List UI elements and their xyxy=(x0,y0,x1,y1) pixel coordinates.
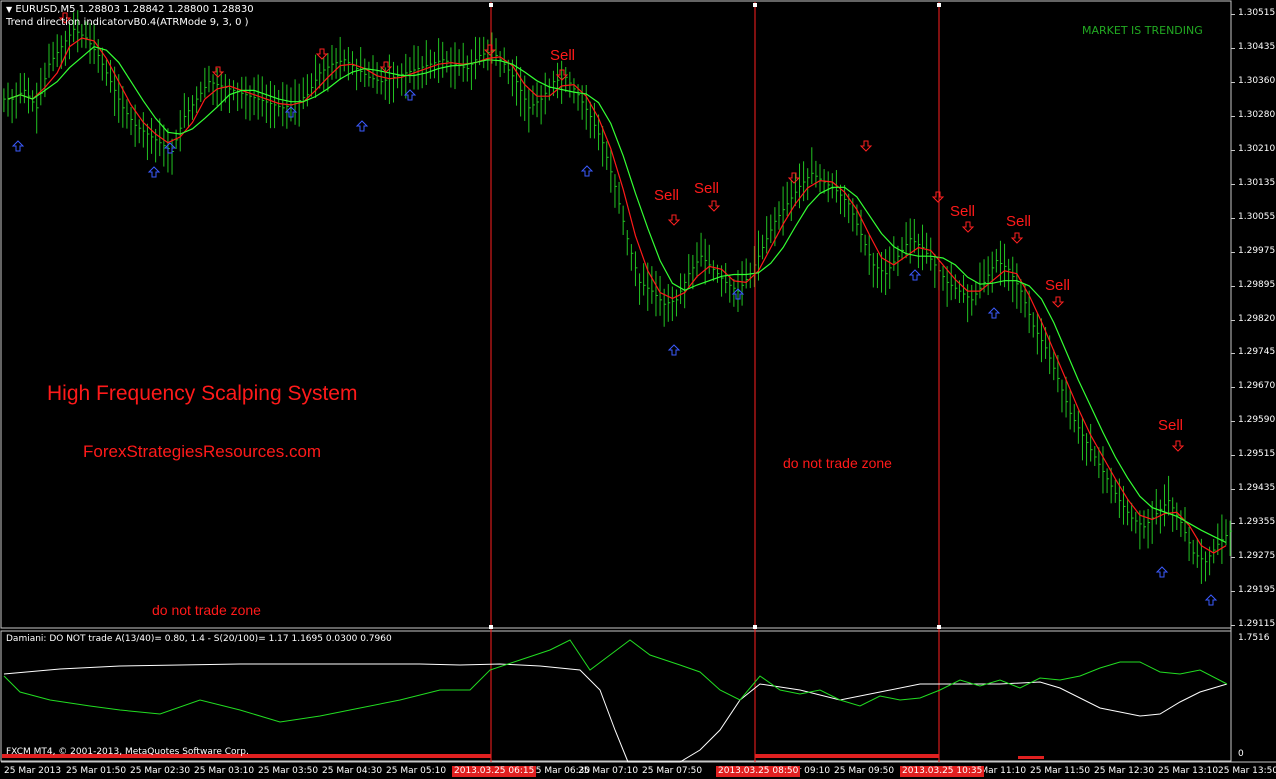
sell-label: Sell xyxy=(1045,277,1071,294)
sell-label: Sell xyxy=(1006,213,1032,230)
no-trade-zone-label: do not trade zone xyxy=(783,455,892,471)
time-tick-label: 25 Mar 07:50 xyxy=(642,766,703,776)
website-label: ForexStrategiesResources.com xyxy=(83,442,322,461)
price-tick xyxy=(1231,115,1235,117)
time-tick-label: 25 Mar 02:30 xyxy=(130,766,191,776)
price-tick xyxy=(1231,319,1235,321)
price-tick xyxy=(1231,47,1235,49)
no-trade-zone-label: do not trade zone xyxy=(152,602,261,618)
chart-symbol-header: ▼ EURUSD,M5 1.28803 1.28842 1.28800 1.28… xyxy=(6,4,254,15)
indicator-max-label: 1.7516 xyxy=(1238,633,1270,643)
time-tick-label: 25 Mar 09:50 xyxy=(834,766,895,776)
time-tick-label: 25 Mar 07:10 xyxy=(578,766,639,776)
sell-label: Sell xyxy=(950,203,976,220)
time-tick-label: 25 Mar 13:50 xyxy=(1218,766,1276,776)
trend-indicator-label: Trend direction indicatorvB0.4(ATRMode 9… xyxy=(6,17,249,28)
price-tick-label: 1.29195 xyxy=(1238,585,1276,596)
time-tick-label: 25 Mar 12:30 xyxy=(1094,766,1155,776)
price-tick xyxy=(1231,387,1235,389)
price-tick xyxy=(1231,489,1235,491)
time-tick-label: 25 Mar 13:10 xyxy=(1158,766,1219,776)
price-tick-label: 1.30515 xyxy=(1238,8,1276,18)
indicator-zero-label: 0 xyxy=(1238,749,1244,759)
price-tick xyxy=(1231,421,1235,423)
price-tick-label: 1.29745 xyxy=(1238,347,1276,358)
time-cursor-label: 2013.03.25 06:15 xyxy=(452,766,537,777)
price-tick-label: 1.29670 xyxy=(1238,381,1276,392)
time-tick-label: 25 Mar 03:10 xyxy=(194,766,255,776)
time-cursor-label: 2013.03.25 10:35 xyxy=(900,766,985,777)
time-tick-label: 25 Mar 01:50 xyxy=(66,766,127,776)
time-tick-label: 25 Mar 04:30 xyxy=(322,766,383,776)
price-tick-label: 1.30055 xyxy=(1238,211,1276,222)
price-tick xyxy=(1231,557,1235,559)
price-tick-label: 1.29820 xyxy=(1238,313,1276,324)
price-tick xyxy=(1231,353,1235,355)
price-tick xyxy=(1231,183,1235,185)
price-tick-label: 1.29975 xyxy=(1238,245,1276,256)
price-tick xyxy=(1231,523,1235,525)
dropdown-triangle-icon[interactable]: ▼ xyxy=(6,5,12,14)
price-tick xyxy=(1231,14,1235,15)
price-tick-label: 1.29275 xyxy=(1238,551,1276,562)
price-tick-label: 1.29515 xyxy=(1238,449,1276,460)
sell-label: Sell xyxy=(654,187,680,204)
sell-label: Sell xyxy=(1158,417,1184,434)
price-tick xyxy=(1231,251,1235,253)
symbol-quote-line: EURUSD,M5 1.28803 1.28842 1.28800 1.2883… xyxy=(15,4,254,15)
price-tick xyxy=(1231,285,1235,287)
sell-label: Sell xyxy=(694,180,720,197)
price-tick xyxy=(1231,591,1235,593)
price-tick-label: 1.29355 xyxy=(1238,517,1276,528)
copyright-label: FXCM MT4, © 2001-2013, MetaQuotes Softwa… xyxy=(6,747,249,757)
price-tick xyxy=(1231,625,1235,626)
price-tick xyxy=(1231,217,1235,219)
price-tick-label: 1.29895 xyxy=(1238,279,1276,290)
price-tick-label: 1.30210 xyxy=(1238,143,1276,154)
price-tick-label: 1.30280 xyxy=(1238,109,1276,120)
sell-label: Sell xyxy=(550,47,576,64)
price-tick-label: 1.29590 xyxy=(1238,415,1276,426)
price-tick-label: 1.29115 xyxy=(1238,619,1276,629)
strategy-title: High Frequency Scalping System xyxy=(47,382,358,405)
time-cursor-label: 2013.03.25 08:50 xyxy=(716,766,801,777)
price-chart-area[interactable] xyxy=(0,0,1232,629)
market-trend-status: MARKET IS TRENDING xyxy=(1082,24,1203,37)
price-tick-label: 1.30135 xyxy=(1238,177,1276,188)
price-tick-label: 1.30435 xyxy=(1238,41,1276,52)
damiani-indicator-label: Damiani: DO NOT trade A(13/40)= 0.80, 1.… xyxy=(6,634,392,644)
time-tick-label: 25 Mar 2013 xyxy=(4,766,62,776)
price-tick xyxy=(1231,455,1235,457)
price-tick-label: 1.30360 xyxy=(1238,75,1276,86)
time-tick-label: 25 Mar 03:50 xyxy=(258,766,319,776)
price-tick xyxy=(1231,81,1235,83)
price-tick-label: 1.29435 xyxy=(1238,483,1276,494)
time-tick-label: 25 Mar 11:50 xyxy=(1030,766,1091,776)
price-tick xyxy=(1231,149,1235,151)
time-tick-label: 25 Mar 05:10 xyxy=(386,766,447,776)
